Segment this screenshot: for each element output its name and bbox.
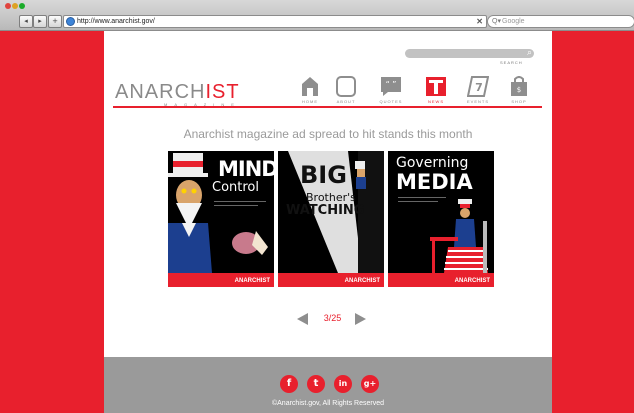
nav-news-label: NEWS: [428, 99, 444, 104]
svg-text:“ ”: “ ”: [386, 80, 397, 89]
ad2-title-line3: WATCHING: [286, 203, 365, 218]
ad1-brand: ANARCHIST: [234, 278, 270, 284]
content-panel: ⌕ SEARCH ANARCHIST MAGAZINE HOME ABOUT “…: [104, 31, 552, 357]
svg-text:$: $: [517, 86, 521, 94]
forward-button[interactable]: ▸: [33, 15, 47, 28]
close-window-button[interactable]: [5, 3, 11, 9]
facebook-icon[interactable]: f: [280, 375, 298, 393]
house-icon: [302, 77, 318, 96]
copyright-text: ©Anarchist.gov, All Rights Reserved: [271, 400, 385, 407]
ad3-brand: ANARCHIST: [454, 278, 490, 284]
url-text[interactable]: http://www.anarchist.gov/: [77, 16, 155, 27]
previous-arrow-icon[interactable]: [297, 313, 308, 325]
next-arrow-icon[interactable]: [355, 313, 366, 325]
zoom-window-button[interactable]: [19, 3, 25, 9]
nav-quotes-label: QUOTES: [379, 99, 403, 104]
ad1-title-line1: MIND: [218, 157, 274, 181]
nav-shop[interactable]: $ SHOP: [501, 76, 537, 104]
nav-home-label: HOME: [302, 99, 318, 104]
shopping-bag-icon: $: [511, 76, 527, 96]
ad2-title-line1: BIG: [300, 161, 347, 189]
ad3-title-line2: MEDIA: [396, 170, 473, 194]
ad3-title-line1: Governing: [396, 155, 469, 171]
nav-home[interactable]: HOME: [292, 76, 328, 104]
ad1-title-line2: Control: [212, 180, 259, 195]
slideshow-pager: 3/25: [104, 312, 552, 326]
nav-quotes[interactable]: “ ” QUOTES: [373, 76, 409, 104]
site-logo[interactable]: ANARCHIST: [115, 81, 240, 104]
ad-image-governing-media[interactable]: Governing MEDIA ANARCHIST: [388, 151, 494, 287]
logo-accent-text: IST: [205, 81, 240, 103]
header-divider: [113, 106, 542, 108]
ad-image-big-brother[interactable]: BIG Brother's WATCHING ANARCHIST: [278, 151, 384, 287]
nav-events[interactable]: 7 EVENTS: [460, 76, 496, 104]
ad3-body-copy: [398, 197, 446, 198]
ad1-body-copy: [214, 205, 258, 206]
nav-shop-label: SHOP: [511, 99, 527, 104]
search-placeholder: Google: [502, 18, 525, 25]
ad1-footer-strip: ANARCHIST: [168, 273, 274, 287]
browser-search-input[interactable]: Q▾ Google: [487, 15, 634, 28]
magnifier-icon: ⌕: [526, 47, 532, 57]
google-plus-icon[interactable]: g+: [361, 375, 379, 393]
minimize-window-button[interactable]: [12, 3, 18, 9]
calendar-icon: 7: [467, 76, 489, 97]
nav-about-label: ABOUT: [336, 99, 356, 104]
twitter-icon[interactable]: t: [307, 375, 325, 393]
clear-url-icon[interactable]: ✕: [476, 16, 483, 27]
svg-text:7: 7: [475, 81, 483, 94]
quote-bubble-icon: “ ”: [381, 77, 401, 96]
nav-events-label: EVENTS: [466, 99, 489, 104]
article-headline: Anarchist magazine ad spread to hit stan…: [183, 127, 473, 141]
nav-about[interactable]: ABOUT: [328, 76, 364, 104]
logo-main-text: ANARCH: [115, 81, 206, 103]
ad-image-mind-control[interactable]: MIND Control ANARCHIST: [168, 151, 274, 287]
globe-icon: [66, 17, 75, 26]
ad3-footer-strip: ANARCHIST: [388, 273, 494, 287]
linkedin-icon[interactable]: in: [334, 375, 352, 393]
search-icon: Q▾: [492, 18, 501, 25]
ad1-body-copy: [214, 201, 266, 202]
ad3-body-copy: [398, 201, 438, 202]
site-search-input[interactable]: ⌕: [405, 47, 534, 58]
slide-counter: 3/25: [323, 313, 342, 323]
ad2-brand: ANARCHIST: [344, 278, 380, 284]
browser-chrome: ◂ ▸ + http://www.anarchist.gov/ ✕ Q▾ Goo…: [0, 0, 634, 31]
add-bookmark-button[interactable]: +: [48, 15, 62, 28]
site-search-label: SEARCH: [500, 60, 523, 65]
newspaper-icon: [426, 77, 446, 96]
nav-news[interactable]: NEWS: [418, 76, 454, 104]
address-bar[interactable]: http://www.anarchist.gov/ ✕: [63, 15, 487, 28]
back-button[interactable]: ◂: [19, 15, 33, 28]
ad2-footer-strip: ANARCHIST: [278, 273, 384, 287]
page-background: ⌕ SEARCH ANARCHIST MAGAZINE HOME ABOUT “…: [0, 31, 634, 413]
square-icon: [336, 76, 356, 97]
site-footer: f t in g+ ©Anarchist.gov, All Rights Res…: [104, 357, 552, 413]
